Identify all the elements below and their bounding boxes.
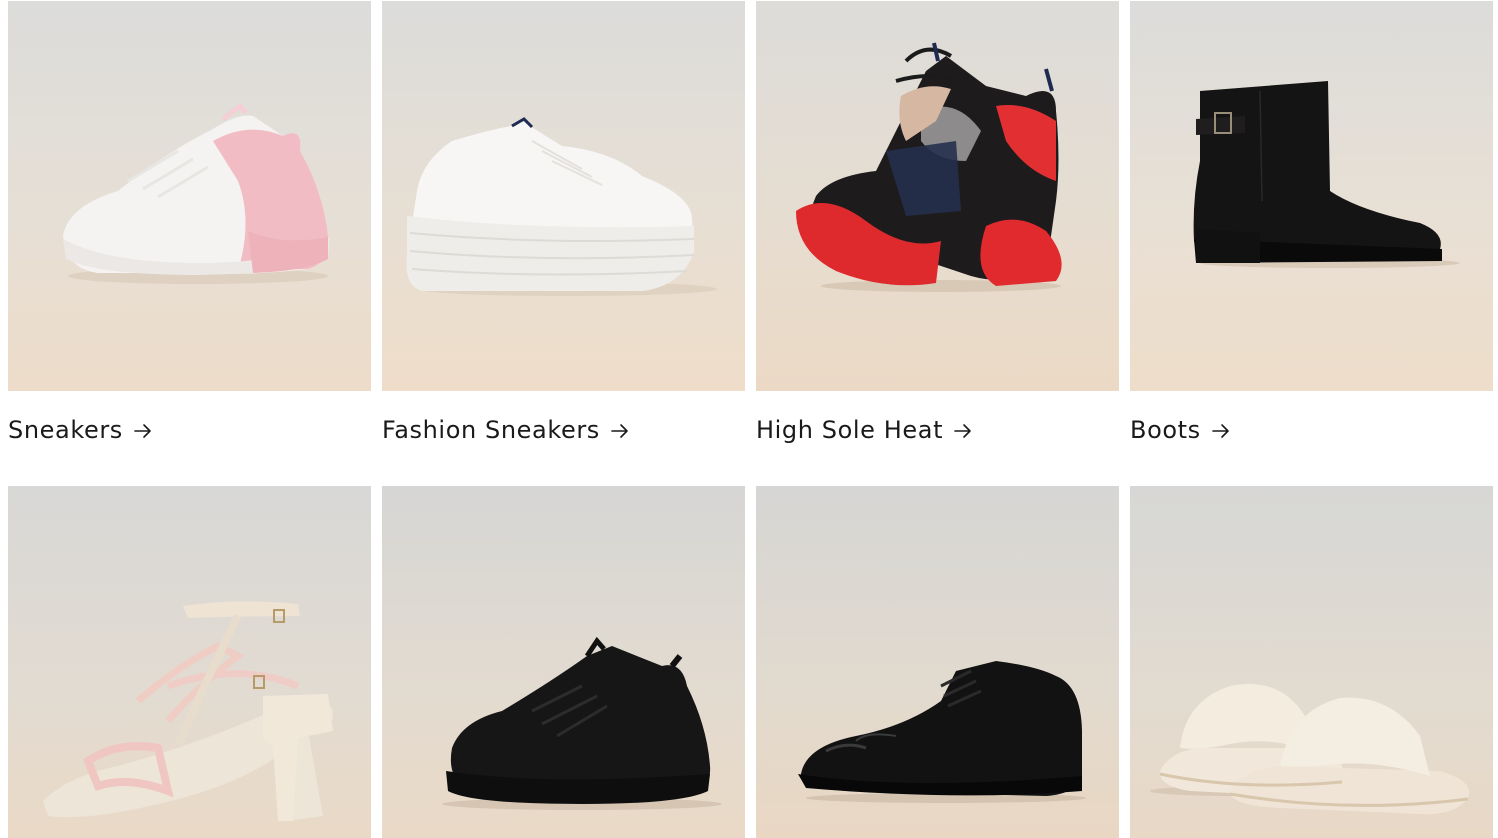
arrow-right-icon <box>1211 416 1231 446</box>
sandals-image[interactable] <box>8 486 371 838</box>
sneakers-image[interactable] <box>8 1 371 391</box>
fashion-sneakers-image[interactable] <box>382 1 745 391</box>
collection-card-sandals[interactable] <box>8 486 371 838</box>
high-sole-heat-label[interactable]: High Sole Heat <box>756 391 1119 486</box>
collection-title[interactable]: Boots <box>1130 416 1201 444</box>
collection-grid: Sneakers Fashion Sneakers High Sole Heat… <box>8 1 1493 838</box>
fashion-sneakers-label[interactable]: Fashion Sneakers <box>382 391 745 486</box>
collection-card-high-sole-heat[interactable]: High Sole Heat <box>756 1 1119 486</box>
boots-image[interactable] <box>1130 1 1493 391</box>
arrow-right-icon <box>610 416 630 446</box>
collection-card-sneakers[interactable]: Sneakers <box>8 1 371 486</box>
slippers-image[interactable] <box>1130 486 1493 838</box>
collection-title[interactable]: High Sole Heat <box>756 416 943 444</box>
collection-card-oxford[interactable] <box>756 486 1119 838</box>
black-sneakers-image[interactable] <box>382 486 745 838</box>
collection-card-fashion-sneakers[interactable]: Fashion Sneakers <box>382 1 745 486</box>
collection-card-slippers[interactable] <box>1130 486 1493 838</box>
collection-card-black-sneakers[interactable] <box>382 486 745 838</box>
collection-title[interactable]: Fashion Sneakers <box>382 416 600 444</box>
sneakers-label[interactable]: Sneakers <box>8 391 371 486</box>
oxford-image[interactable] <box>756 486 1119 838</box>
arrow-right-icon <box>133 416 153 446</box>
high-sole-heat-image[interactable] <box>756 1 1119 391</box>
collection-title[interactable]: Sneakers <box>8 416 123 444</box>
arrow-right-icon <box>953 416 973 446</box>
boots-label[interactable]: Boots <box>1130 391 1493 486</box>
collection-card-boots[interactable]: Boots <box>1130 1 1493 486</box>
